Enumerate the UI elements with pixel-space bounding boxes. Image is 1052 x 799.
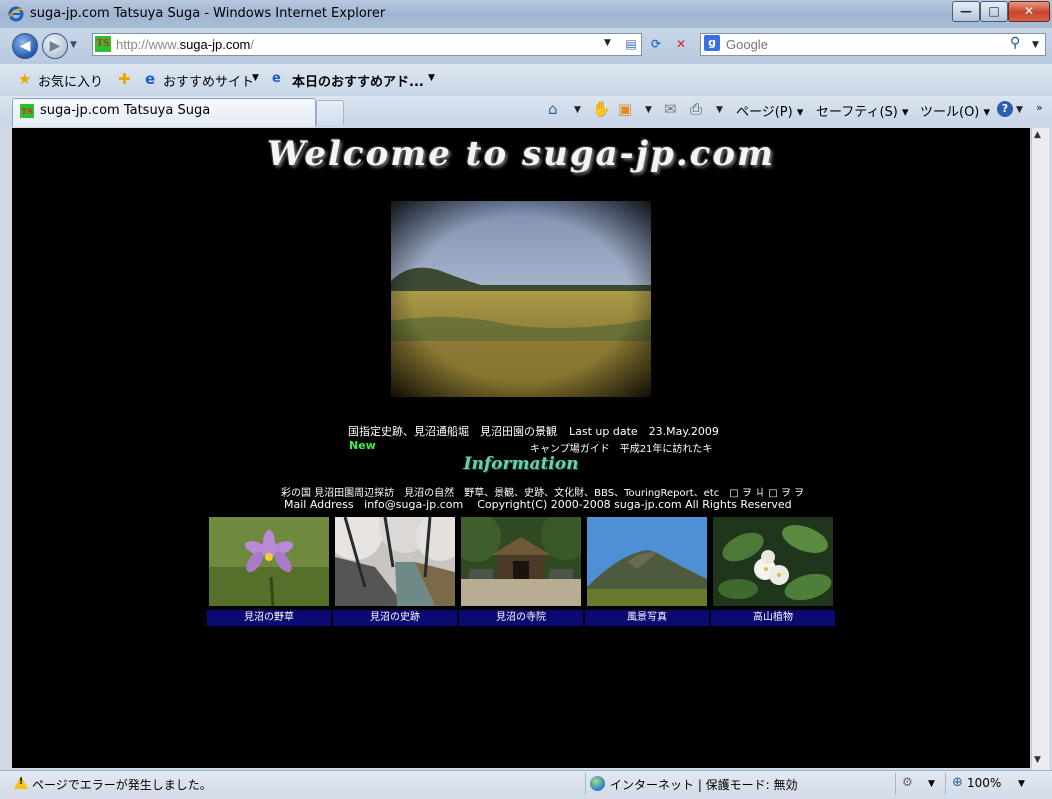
copyright-text: Copyright(C) 2000-2008 suga-jp.com All R… <box>477 498 792 511</box>
protected-mode-dropdown-icon[interactable]: ▼ <box>928 779 935 789</box>
tools-menu[interactable]: ツール(O) ▾ <box>920 101 990 120</box>
search-placeholder[interactable]: Google <box>726 37 768 52</box>
mail-label: Mail Address <box>284 498 354 511</box>
web-slice-dropdown-icon[interactable]: ▼ <box>428 73 435 83</box>
suggested-sites-link[interactable]: おすすめサイト <box>163 71 254 90</box>
home-dropdown-icon[interactable]: ▼ <box>574 105 581 115</box>
thumb-alpine-plant[interactable] <box>713 517 833 606</box>
search-dropdown-icon[interactable]: ▼ <box>1032 40 1039 50</box>
status-divider <box>585 773 586 795</box>
title-bar: suga-jp.com Tatsuya Suga - Windows Inter… <box>0 0 1052 28</box>
search-icon[interactable]: ⚲ <box>1010 35 1020 51</box>
stop-icon[interactable]: ✕ <box>672 36 690 52</box>
welcome-title: Welcome to suga-jp.com <box>266 134 776 174</box>
site-favicon-icon: TS <box>95 36 111 52</box>
suggested-sites-dropdown-icon[interactable]: ▼ <box>252 73 259 83</box>
protected-mode-icon[interactable]: ⚙ <box>902 775 913 789</box>
back-arrow-icon: ◀ <box>19 38 31 54</box>
compatibility-view-icon[interactable]: ▤ <box>622 36 640 52</box>
forward-arrow-icon: ▶ <box>49 38 61 54</box>
print-icon[interactable]: ⎙ <box>690 100 702 118</box>
status-divider <box>945 773 946 795</box>
add-favorite-icon[interactable]: ✚ <box>118 70 131 88</box>
caption-alpine-plant[interactable]: 高山植物 <box>711 610 835 626</box>
information-heading: Information <box>463 454 579 474</box>
zoom-dropdown-icon[interactable]: ▼ <box>1018 779 1025 789</box>
thumb-historic-site[interactable] <box>335 517 455 606</box>
thumb-wildflower[interactable] <box>209 517 329 606</box>
minimize-button[interactable]: — <box>952 1 980 22</box>
maximize-button[interactable]: □ <box>980 1 1008 22</box>
status-divider <box>895 773 896 795</box>
new-tab-button[interactable] <box>316 100 344 125</box>
suggested-sites-icon: e <box>145 70 156 88</box>
status-message[interactable]: ページでエラーが発生しました。 <box>32 776 212 793</box>
google-logo-icon: g <box>704 35 720 51</box>
zoom-icon[interactable]: ⊕ <box>952 775 963 790</box>
scroll-up-icon[interactable]: ▲ <box>1034 130 1041 140</box>
page-menu[interactable]: ページ(P) ▾ <box>736 101 803 120</box>
web-slice-icon: e <box>272 71 281 86</box>
back-button[interactable]: ◀ <box>12 33 38 59</box>
new-badge: New <box>349 439 376 452</box>
thumb-landscape[interactable] <box>587 517 707 606</box>
mail-link[interactable]: info@suga-jp.com <box>364 498 463 511</box>
favorites-bar <box>0 64 1052 97</box>
web-slice-link[interactable]: 本日のおすすめアド... <box>292 71 424 90</box>
window-frame-left <box>0 128 12 770</box>
help-dropdown-icon[interactable]: ▼ <box>1016 105 1023 115</box>
thumb-temple[interactable] <box>461 517 581 606</box>
caption-wildflower[interactable]: 見沼の野草 <box>207 610 331 626</box>
forward-button[interactable]: ▶ <box>42 33 68 59</box>
hero-photo-rice-field <box>391 201 651 397</box>
warning-mark: ! <box>19 777 24 787</box>
tab-title[interactable]: suga-jp.com Tatsuya Suga <box>40 103 210 118</box>
feeds-dropdown-icon[interactable]: ▼ <box>645 105 652 115</box>
camp-guide-marquee[interactable]: キャンプ場ガイド 平成21年に訪れたキ <box>530 440 712 455</box>
internet-zone-icon <box>590 776 605 791</box>
url-text[interactable]: http://www.suga-jp.com/ <box>116 37 254 52</box>
history-dropdown-icon[interactable]: ▼ <box>70 40 77 50</box>
mail-icon[interactable]: ✉ <box>664 100 677 118</box>
close-button[interactable]: ✕ <box>1008 1 1050 22</box>
mail-copyright-line: Mail Address info@suga-jp.com Copyright(… <box>284 498 792 511</box>
security-zone-text[interactable]: インターネット | 保護モード: 無効 <box>610 776 798 793</box>
vertical-scrollbar[interactable]: ▲ ▼ <box>1031 128 1049 770</box>
heritage-line: 国指定史跡、見沼通船堀 見沼田園の景観 Last up date 23.May.2… <box>348 423 719 439</box>
help-icon[interactable]: ? <box>997 101 1013 117</box>
site-links-line[interactable]: 彩の国 見沼田園周辺探訪 見沼の自然 野草、景観、史跡、文化財、BBS、Tour… <box>281 484 804 499</box>
print-dropdown-icon[interactable]: ▼ <box>716 105 723 115</box>
home-icon[interactable]: ⌂ <box>548 100 558 118</box>
scroll-down-icon[interactable]: ▼ <box>1034 755 1041 765</box>
caption-temple[interactable]: 見沼の寺院 <box>459 610 583 626</box>
last-update-text: Last up date 23.May.2009 <box>569 425 719 438</box>
ie-logo-icon <box>8 6 24 22</box>
caption-landscape[interactable]: 風景写真 <box>585 610 709 626</box>
caption-historic-site[interactable]: 見沼の史跡 <box>333 610 457 626</box>
refresh-icon[interactable]: ⟳ <box>647 36 665 52</box>
feeds-icon[interactable]: ▣ <box>618 100 632 118</box>
favorites-star-icon[interactable]: ★ <box>18 70 31 88</box>
window-title: suga-jp.com Tatsuya Suga - Windows Inter… <box>30 6 386 21</box>
heritage-link[interactable]: 国指定史跡、見沼通船堀 見沼田園の景観 <box>348 425 557 438</box>
favorites-button[interactable]: お気に入り <box>38 71 103 90</box>
zoom-level[interactable]: 100% <box>967 776 1001 790</box>
safety-menu[interactable]: セーフティ(S) ▾ <box>816 101 909 120</box>
tab-favicon-icon: TS <box>20 104 34 118</box>
hand-icon[interactable]: ✋ <box>592 100 611 118</box>
url-dropdown-icon[interactable]: ▼ <box>604 38 611 48</box>
command-bar-chevron-icon[interactable]: » <box>1036 101 1043 114</box>
